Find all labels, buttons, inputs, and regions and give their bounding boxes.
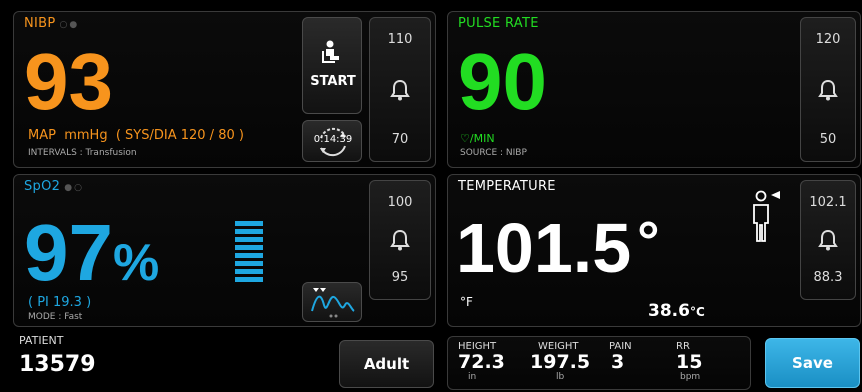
spo2-waveform-button[interactable] <box>302 282 362 322</box>
temperature-alarm-limits[interactable]: 102.1 88.3 <box>800 180 856 300</box>
spo2-limit-low: 95 <box>391 270 409 285</box>
nibp-interval-timer-button[interactable]: 0:14:39 <box>302 120 362 162</box>
spo2-value: 97 <box>24 208 113 297</box>
temperature-celsius: 38.6 <box>648 301 690 321</box>
height-value: 72.3 <box>458 351 505 373</box>
pain-field[interactable]: PAIN 3 <box>609 341 653 372</box>
patient-id: 13579 <box>19 352 96 377</box>
nibp-start-button[interactable]: START <box>302 17 362 114</box>
bell-icon <box>390 229 410 251</box>
spo2-value-group[interactable]: 97% <box>24 213 159 293</box>
spo2-alarm-limits[interactable]: 100 95 <box>369 180 431 300</box>
patient-type-button[interactable]: Adult <box>339 340 434 388</box>
rr-value: 15 <box>676 351 703 373</box>
save-button[interactable]: Save <box>765 338 860 388</box>
temperature-unit-c: °C <box>689 305 705 319</box>
weight-field[interactable]: WEIGHT 197.5 lb <box>530 341 606 382</box>
height-field[interactable]: HEIGHT 72.3 in <box>458 341 528 382</box>
temperature-celsius-group: 38.6°C <box>648 301 705 321</box>
nibp-limit-high: 110 <box>387 32 413 47</box>
nibp-timer-text: 0:14:39 <box>313 134 353 145</box>
pulse-source: SOURCE : NIBP <box>460 148 527 158</box>
nibp-intervals: INTERVALS : Transfusion <box>28 148 137 158</box>
bell-icon <box>818 229 838 251</box>
temperature-unit-f: °F <box>460 295 473 309</box>
nibp-title-text: NIBP <box>24 16 56 31</box>
pulse-title: PULSE RATE <box>458 16 539 31</box>
rr-field[interactable]: RR 15 bpm <box>676 341 736 382</box>
save-label: Save <box>792 354 833 372</box>
rr-unit: bpm <box>680 372 701 382</box>
patient-section[interactable]: PATIENT 13579 <box>13 332 333 390</box>
nibp-alarm-limits[interactable]: 110 70 <box>369 17 431 162</box>
bell-icon <box>818 79 838 101</box>
spo2-signal-bar <box>235 221 263 287</box>
spo2-mode: MODE : Fast <box>28 312 83 322</box>
weight-unit: lb <box>556 372 565 382</box>
spo2-title: SpO2 ●○ <box>24 179 84 194</box>
nibp-panel: NIBP ○● 93 MAP mmHg ( SYS/DIA 120 / 80 ) … <box>13 11 436 168</box>
pleth-waveform-icon <box>309 285 357 323</box>
pulse-alarm-limits[interactable]: 120 50 <box>800 17 856 162</box>
pulse-value[interactable]: 90 <box>458 42 547 122</box>
patient-label: PATIENT <box>19 334 64 347</box>
temperature-title: TEMPERATURE <box>458 179 556 194</box>
pulse-unit: /MIN <box>469 132 495 145</box>
spo2-percent: % <box>112 234 160 292</box>
temperature-value-group[interactable]: 101.5 ° <box>456 213 660 284</box>
height-unit: in <box>468 372 477 382</box>
weight-value: 197.5 <box>530 351 591 373</box>
temperature-panel: TEMPERATURE 101.5 ° °F 38.6°C 102.1 88.3 <box>447 174 861 327</box>
patient-type-label: Adult <box>363 355 410 373</box>
heart-icon: ♡ <box>460 132 470 145</box>
nibp-map-line: MAP mmHg ( SYS/DIA 120 / 80 ) <box>28 128 244 143</box>
nibp-title: NIBP ○● <box>24 16 79 31</box>
patient-seated-icon <box>321 40 343 70</box>
temperature-limit-high: 102.1 <box>809 195 847 210</box>
spo2-pi: ( PI 19.3 ) <box>28 295 92 310</box>
pain-value: 3 <box>611 351 625 373</box>
temperature-degree: ° <box>637 209 660 272</box>
pulse-unit-row: ♡/MIN <box>460 132 495 145</box>
nibp-page-dots: ○● <box>59 20 80 30</box>
pulse-rate-panel: PULSE RATE 90 ♡/MIN SOURCE : NIBP 120 50 <box>447 11 861 168</box>
spo2-title-text: SpO2 <box>24 179 61 194</box>
nibp-limit-low: 70 <box>391 132 409 147</box>
nibp-start-label: START <box>310 74 356 89</box>
spo2-page-dots: ●○ <box>64 183 84 193</box>
spo2-limit-high: 100 <box>387 195 413 210</box>
pulse-limit-high: 120 <box>815 32 841 47</box>
pulse-limit-low: 50 <box>819 132 837 147</box>
nibp-value[interactable]: 93 <box>24 42 113 122</box>
temperature-limit-low: 88.3 <box>813 270 843 285</box>
temperature-value: 101.5 <box>456 209 632 287</box>
spo2-panel: SpO2 ●○ 97% ( PI 19.3 ) MODE : Fast 100 9… <box>13 174 436 327</box>
patient-standing-icon <box>750 189 784 251</box>
bell-icon <box>390 79 410 101</box>
manual-parameters-panel[interactable]: HEIGHT 72.3 in WEIGHT 197.5 lb PAIN 3 RR… <box>447 336 751 390</box>
